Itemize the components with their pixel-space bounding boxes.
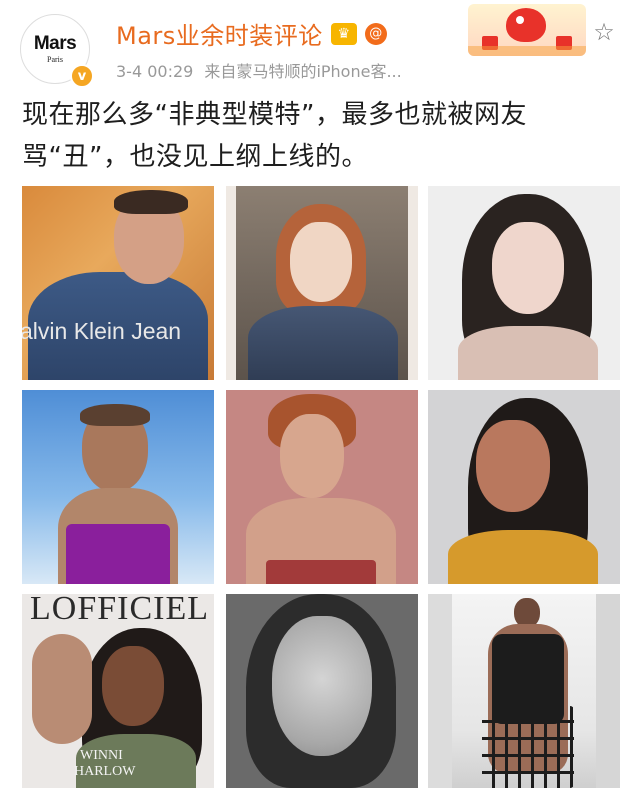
photo-overlay-text: alvin Klein Jean — [22, 318, 182, 344]
post-time: 3-4 00:29 — [116, 62, 194, 81]
user-name[interactable]: Mars业余时装评论 — [116, 16, 323, 51]
magazine-cover-name-line-1: WINNI — [80, 748, 123, 763]
model-photo-5[interactable] — [226, 390, 418, 584]
model-photo-6[interactable] — [428, 390, 620, 584]
model-photo-9[interactable] — [428, 594, 620, 788]
post-header: Mars Paris v Mars业余时装评论 ♛ @ 3-4 00:29 来自… — [0, 0, 640, 88]
source-device[interactable]: 蒙马特顺的iPhone客... — [236, 62, 401, 81]
source-label: 来自 — [204, 62, 237, 81]
magazine-title: LOFFICIEL — [30, 594, 209, 627]
avatar[interactable]: Mars Paris v — [20, 14, 94, 88]
model-photo-1[interactable]: alvin Klein Jean — [22, 186, 214, 380]
ribbon-decoration — [468, 46, 586, 56]
model-photo-3[interactable] — [428, 186, 620, 380]
crown-badge-icon[interactable]: ♛ — [330, 22, 357, 45]
lucky-fish-icon — [506, 8, 546, 42]
model-photo-2[interactable] — [226, 186, 418, 380]
avatar-sub-text: Paris — [47, 55, 63, 64]
post-meta: 3-4 00:29 来自蒙马特顺的iPhone客... — [116, 58, 402, 82]
model-photo-8[interactable] — [226, 594, 418, 788]
avatar-brand-text: Mars — [33, 33, 77, 54]
model-photo-4[interactable] — [22, 390, 214, 584]
post-text: 现在那么多“非典型模特”，最多也就被网友骂“丑”，也没见上纲上线的。 — [22, 100, 527, 172]
swirl-badge-icon[interactable]: @ — [364, 22, 387, 45]
magazine-cover-name-line-2: HARLOW — [74, 764, 136, 779]
model-photo-7[interactable]: LOFFICIEL WINNI HARLOW — [22, 594, 214, 788]
name-row: Mars业余时装评论 ♛ @ — [116, 16, 387, 51]
star-outline-icon[interactable]: ☆ — [590, 18, 618, 46]
decorative-card-banner — [468, 4, 586, 56]
image-grid: alvin Klein Jean LOFFICIEL WINNI HARLOW — [22, 186, 620, 790]
verified-badge-icon: v — [70, 64, 94, 88]
